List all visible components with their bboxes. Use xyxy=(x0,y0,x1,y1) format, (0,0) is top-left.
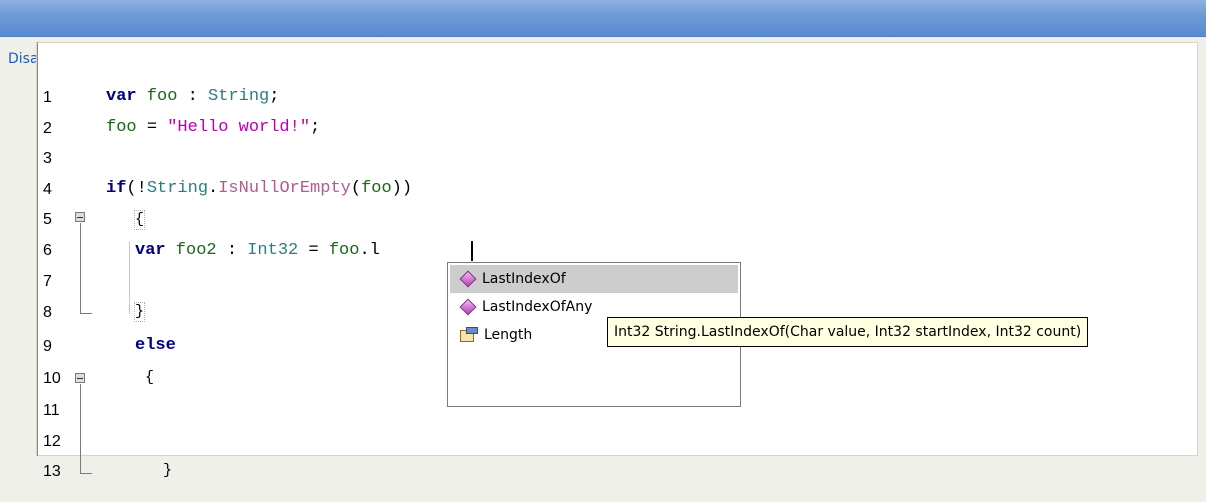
code-line-9: else xyxy=(135,336,176,355)
completion-item-lastindexof[interactable]: LastIndexOf xyxy=(450,265,738,293)
window-title-bar xyxy=(0,0,1206,37)
fold-guide xyxy=(80,384,81,473)
code-line-8: } xyxy=(135,303,145,320)
code-line-1: var foo : String; xyxy=(106,87,280,106)
collapse-block-icon[interactable] xyxy=(75,212,85,222)
line-number: 9 xyxy=(43,338,52,355)
line-number: 8 xyxy=(43,304,52,321)
fold-guide xyxy=(80,223,81,313)
line-number: 12 xyxy=(43,433,61,450)
text-caret xyxy=(471,241,473,261)
code-line-13: } xyxy=(163,462,173,479)
collapse-block-icon[interactable] xyxy=(75,373,85,383)
line-number: 1 xyxy=(43,89,52,106)
indent-guide xyxy=(129,242,130,314)
fold-guide-end xyxy=(80,473,92,474)
fold-guide-end xyxy=(80,313,92,314)
line-number: 11 xyxy=(43,402,60,419)
gutter-border xyxy=(37,42,38,456)
line-number: 6 xyxy=(43,242,52,259)
line-number: 7 xyxy=(43,273,52,290)
property-icon xyxy=(460,327,478,343)
line-number: 2 xyxy=(43,120,52,137)
code-line-4: if(!String.IsNullOrEmpty(foo)) xyxy=(106,179,413,198)
signature-tooltip: Int32 String.LastIndexOf(Char value, Int… xyxy=(607,317,1089,347)
line-number: 5 xyxy=(43,211,52,228)
code-line-6[interactable]: var foo2 : Int32 = foo.l xyxy=(135,240,380,262)
code-line-2: foo = "Hello world!"; xyxy=(106,118,321,137)
code-line-10: { xyxy=(145,369,155,386)
line-number: 4 xyxy=(43,181,52,198)
line-number: 3 xyxy=(43,150,52,167)
line-number: 13 xyxy=(43,463,61,480)
line-number: 10 xyxy=(43,370,61,387)
method-icon xyxy=(459,270,477,288)
method-icon xyxy=(459,298,477,316)
code-line-5: { xyxy=(135,211,145,228)
